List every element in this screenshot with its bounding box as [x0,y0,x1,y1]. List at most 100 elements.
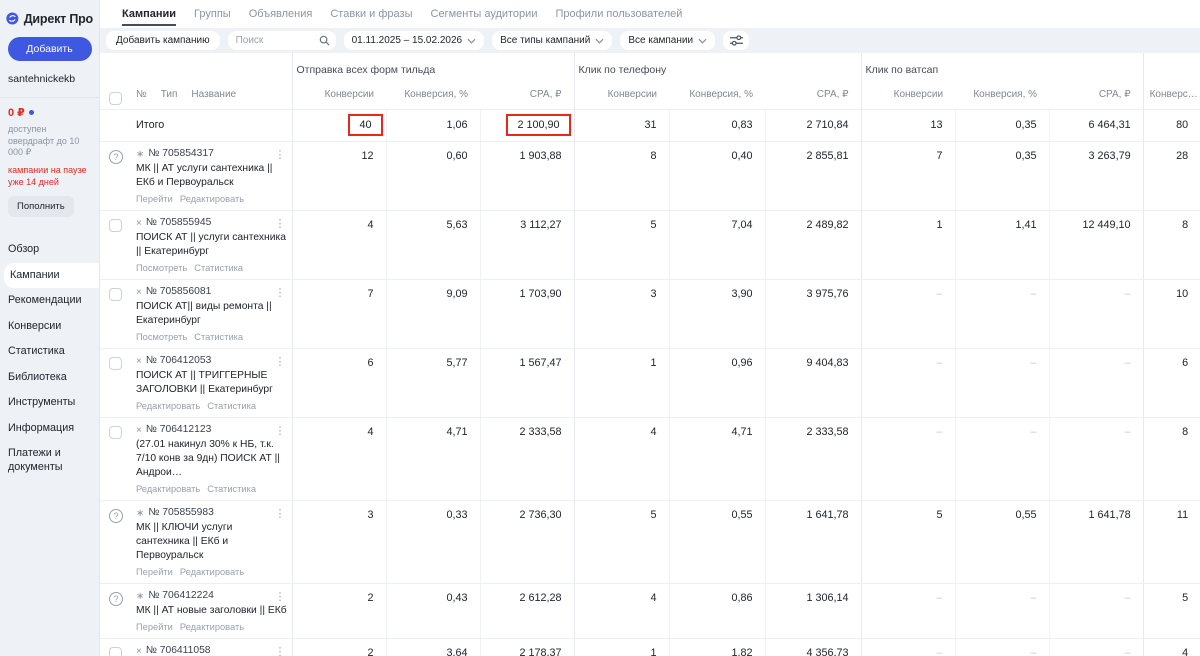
row-menu-icon[interactable]: ⋮ [273,590,288,603]
campaign-action-link[interactable]: Перейти [136,194,173,204]
row-menu-icon[interactable]: ⋮ [273,507,288,520]
campaign-action-link[interactable]: Статистика [194,263,243,273]
sidebar-item-statistics[interactable]: Статистика [0,339,99,364]
campaign-number[interactable]: № 706412123 [146,424,273,435]
row-checkbox[interactable] [109,425,122,439]
search-input[interactable] [235,35,319,46]
row-checkbox[interactable] [109,356,122,370]
row-menu-icon[interactable]: ⋮ [273,286,288,299]
status-question-icon[interactable]: ? [109,149,123,164]
campaign-number[interactable]: № 705855945 [146,217,273,228]
col-header-cpa[interactable]: CPA, ₽ [765,81,862,110]
status-question-icon[interactable]: ? [109,508,123,523]
col-header-conversion-rate[interactable]: Конверсия, % [386,81,480,110]
col-header-conversions[interactable]: Конверсии [860,81,956,110]
topup-button[interactable]: Пополнить [8,196,74,218]
campaign-type-filter[interactable]: Все типы кампаний [492,31,613,50]
campaign-number[interactable]: № 705855983 [148,507,272,518]
campaign-name[interactable]: ПОИСК АТ || услуги сантехника || Екатери… [136,231,288,259]
campaign-name[interactable]: (27.01 накинул 30% к НБ, т.к. 7/10 конв … [136,438,288,479]
campaign-number[interactable]: № 705856081 [146,286,273,297]
row-menu-icon[interactable]: ⋮ [273,355,288,368]
campaign-action-link[interactable]: Редактировать [136,401,200,411]
campaign-type-icon: × [136,355,142,367]
sidebar-item-information[interactable]: Информация [0,416,99,441]
row-menu-icon[interactable]: ⋮ [273,148,288,161]
sidebar-item-recommendations[interactable]: Рекомендации [0,288,99,313]
campaign-action-link[interactable]: Посмотреть [136,332,187,342]
col-header-name[interactable]: Название [191,89,236,100]
account-name[interactable]: santehnickekb [0,73,99,97]
col-header-conversions[interactable]: Конверсии [573,81,670,110]
campaign-filter[interactable]: Все кампании [620,31,716,50]
metric-cell: 3 975,76 [764,279,862,349]
tab-audience-segments[interactable]: Сегменты аудитории [431,2,538,26]
campaign-action-link[interactable]: Статистика [194,332,243,342]
campaign-action-link[interactable]: Редактировать [180,194,244,204]
sidebar-item-overview[interactable]: Обзор [0,237,99,262]
col-header-conversion-rate[interactable]: Конверсия, % [955,81,1050,110]
pause-warning: кампании на паузе уже 14 дней [8,165,87,187]
row-menu-icon[interactable]: ⋮ [273,645,288,656]
col-header-cpa[interactable]: CPA, ₽ [480,81,575,110]
row-checkbox[interactable] [109,646,122,656]
campaign-number[interactable]: № 705854317 [148,148,272,159]
sidebar-item-payments[interactable]: Платежи и документы [0,441,99,480]
campaign-action-link[interactable]: Перейти [136,622,173,632]
add-campaign-button[interactable]: Добавить кампанию [106,31,220,50]
campaign-name[interactable]: ПОИСК АТ || ТРИГГЕРНЫЕ ЗАГОЛОВКИ || Екат… [136,369,288,397]
campaign-action-link[interactable]: Редактировать [136,484,200,494]
campaign-name[interactable]: МК || КЛЮЧИ услуги сантехника || ЕКб и П… [136,521,288,562]
campaign-number[interactable]: № 706412053 [146,355,273,366]
sidebar-item-tools[interactable]: Инструменты [0,390,99,415]
campaign-name[interactable]: МК || АТ новые заголовки || ЕКб [136,604,288,618]
campaign-name[interactable]: МК || АТ услуги сантехника || ЕКб и Перв… [136,162,288,190]
campaign-type-icon: ∗ [136,590,145,602]
tab-user-profiles[interactable]: Профили пользователей [555,2,682,26]
sidebar-item-campaigns[interactable]: Кампании [4,262,99,289]
tab-groups[interactable]: Группы [194,2,231,26]
col-header-type[interactable]: Тип [161,89,178,100]
campaign-action-link[interactable]: Редактировать [180,622,244,632]
campaign-action-link[interactable]: Перейти [136,567,173,577]
status-question-icon[interactable]: ? [109,591,123,606]
metric-cell: 5 [860,500,956,584]
chevron-down-icon [595,38,604,44]
metric-cell: 10 [1142,279,1200,349]
select-all-checkbox[interactable] [109,91,122,105]
col-header-number[interactable]: № [136,89,147,100]
brand-logo[interactable]: Директ Про [0,8,99,37]
column-settings-button[interactable] [723,31,750,50]
row-checkbox[interactable] [109,287,122,301]
sidebar-item-conversions[interactable]: Конверсии [0,314,99,339]
col-header-cpa[interactable]: CPA, ₽ [1049,81,1144,110]
campaign-action-link[interactable]: Редактировать [180,567,244,577]
search-box[interactable] [227,31,336,50]
campaign-number[interactable]: № 706411058 [146,645,273,656]
date-range-picker[interactable]: 01.11.2025 – 15.02.2026 [343,31,485,50]
row-menu-icon[interactable]: ⋮ [273,424,288,437]
campaign-action-link[interactable]: Статистика [207,484,256,494]
col-header-conversions[interactable]: Конверсии [291,81,386,110]
campaigns-table: Отправка всех форм тильда Клик по телефо… [100,53,1200,656]
col-header-conversion-rate[interactable]: Конверсия, % [669,81,766,110]
col-header-truncated[interactable]: Конверс… [1142,81,1200,110]
metric-cell: 5 [573,500,670,584]
tab-ads[interactable]: Объявления [249,2,313,26]
campaign-name[interactable]: ПОИСК АТ|| виды ремонта || Екатеринбург [136,300,288,328]
campaign-number[interactable]: № 706412224 [148,590,272,601]
tab-campaigns[interactable]: Кампании [122,2,177,26]
row-menu-icon[interactable]: ⋮ [273,217,288,230]
metric-cell: 1,41 [954,210,1050,280]
group-header-tilda-forms: Отправка всех форм тильда [291,53,575,81]
row-checkbox[interactable] [109,218,122,232]
sidebar-item-library[interactable]: Библиотека [0,365,99,390]
campaign-action-link[interactable]: Посмотреть [136,263,187,273]
tab-bids-phrases[interactable]: Ставки и фразы [330,2,412,26]
metric-cell: 2 855,81 [764,141,862,211]
column-header-row: № Тип Название Конверсии Конверсия, % CP… [100,81,1200,110]
campaign-action-link[interactable]: Статистика [207,401,256,411]
add-button[interactable]: Добавить [7,37,92,61]
metric-cell: – [860,583,956,639]
metric-cell: 1 [573,348,670,418]
